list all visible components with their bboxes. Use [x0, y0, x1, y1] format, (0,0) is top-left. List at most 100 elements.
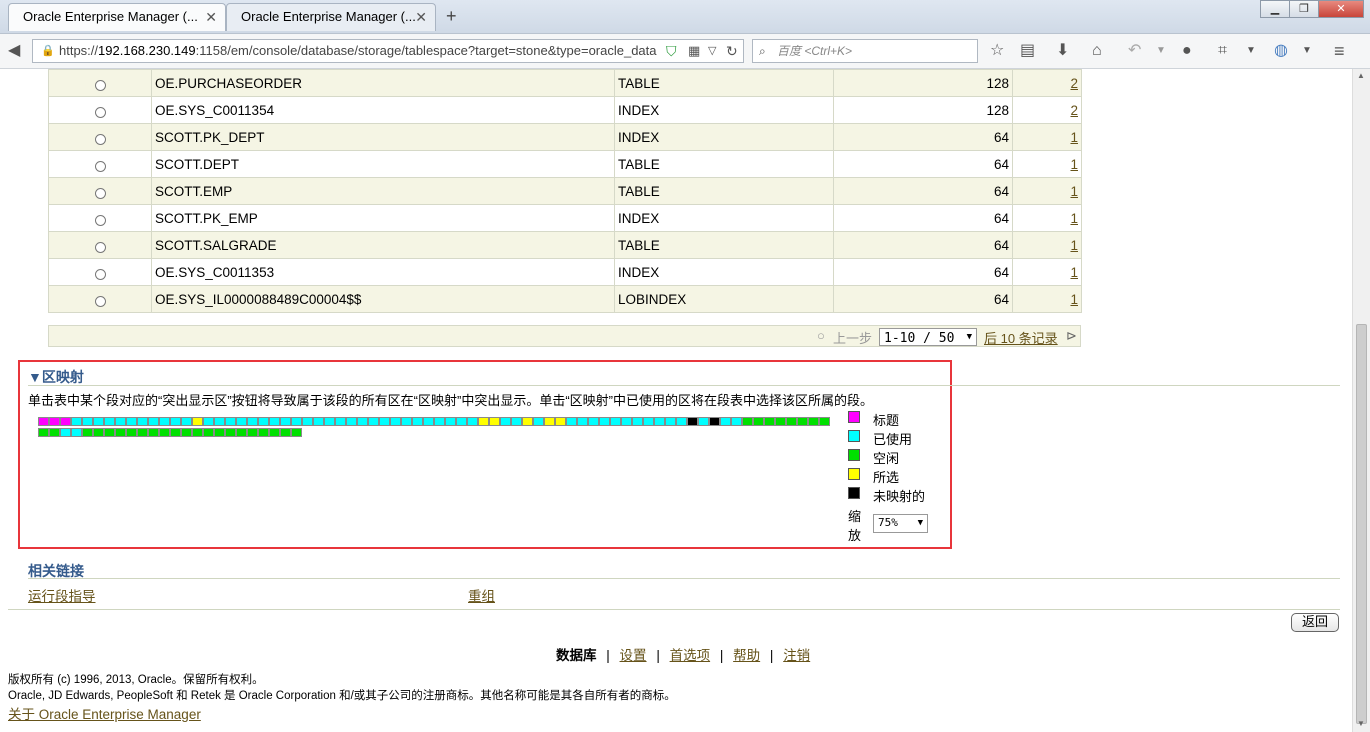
extent-cell-selected[interactable]: [544, 417, 555, 426]
extent-cell-unmapped[interactable]: [687, 417, 698, 426]
crop-dropdown-icon[interactable]: ▼: [1246, 40, 1256, 62]
extent-count-link[interactable]: 1: [1070, 157, 1078, 172]
extent-cell-used[interactable]: [269, 417, 280, 426]
row-radio[interactable]: [94, 106, 106, 118]
extent-cell-used[interactable]: [258, 417, 269, 426]
extent-cell-used[interactable]: [71, 428, 82, 437]
browser-tab-1[interactable]: Oracle Enterprise Manager (... ✕: [8, 3, 226, 31]
chat-icon[interactable]: ●: [1182, 40, 1192, 62]
extent-cell-free[interactable]: [753, 417, 764, 426]
row-radio[interactable]: [94, 187, 106, 199]
row-radio[interactable]: [94, 295, 106, 307]
extent-cell-free[interactable]: [225, 428, 236, 437]
extent-cell-used[interactable]: [654, 417, 665, 426]
extent-cell-used[interactable]: [511, 417, 522, 426]
extent-cell-free[interactable]: [192, 428, 203, 437]
extent-cell-used[interactable]: [588, 417, 599, 426]
extent-cell-used[interactable]: [423, 417, 434, 426]
menu-icon[interactable]: ≡: [1334, 40, 1345, 62]
extent-cell-free[interactable]: [203, 428, 214, 437]
search-input[interactable]: ⌕ 百度 <Ctrl+K>: [752, 39, 978, 63]
extent-map-title[interactable]: ▼区映射: [28, 367, 84, 387]
footer-logout-link[interactable]: 注销: [783, 648, 810, 663]
extent-cell-used[interactable]: [302, 417, 313, 426]
extent-cell-used[interactable]: [379, 417, 390, 426]
extent-cell-used[interactable]: [456, 417, 467, 426]
extent-cell-free[interactable]: [214, 428, 225, 437]
extent-cell-used[interactable]: [225, 417, 236, 426]
close-tab-icon[interactable]: ✕: [205, 4, 217, 30]
row-radio[interactable]: [94, 268, 106, 280]
return-button[interactable]: 返回: [1291, 613, 1339, 632]
extent-cell-used[interactable]: [412, 417, 423, 426]
extent-cell-used[interactable]: [291, 417, 302, 426]
extent-cell-used[interactable]: [159, 417, 170, 426]
extent-cell-used[interactable]: [720, 417, 731, 426]
extent-cell-free[interactable]: [170, 428, 181, 437]
extent-cell-header[interactable]: [49, 417, 60, 426]
address-bar[interactable]: 🔒 https://192.168.230.149:1158/em/consol…: [32, 39, 744, 63]
row-radio[interactable]: [94, 133, 106, 145]
extent-cell-selected[interactable]: [489, 417, 500, 426]
extent-cell-header[interactable]: [38, 417, 49, 426]
footer-help-link[interactable]: 帮助: [733, 648, 760, 663]
extent-cell-free[interactable]: [797, 417, 808, 426]
extent-cell-used[interactable]: [368, 417, 379, 426]
extent-cell-used[interactable]: [577, 417, 588, 426]
extent-cell-used[interactable]: [357, 417, 368, 426]
extent-cell-used[interactable]: [148, 417, 159, 426]
extent-cell-used[interactable]: [500, 417, 511, 426]
extent-cell-used[interactable]: [676, 417, 687, 426]
undo-dropdown-icon[interactable]: ▼: [1156, 40, 1166, 62]
next-page-link[interactable]: 后 10 条记录: [984, 328, 1058, 347]
back-icon[interactable]: ◀: [8, 40, 20, 62]
extent-cell-used[interactable]: [434, 417, 445, 426]
extent-cell-used[interactable]: [665, 417, 676, 426]
extent-cell-free[interactable]: [291, 428, 302, 437]
extent-cell-used[interactable]: [533, 417, 544, 426]
page-range-select[interactable]: 1-10 / 50 ▼: [879, 328, 977, 346]
about-link[interactable]: 关于 Oracle Enterprise Manager: [8, 703, 201, 723]
download-icon[interactable]: ⬇: [1056, 40, 1069, 62]
extent-cell-used[interactable]: [137, 417, 148, 426]
extent-cell-free[interactable]: [786, 417, 797, 426]
browser-tab-2[interactable]: Oracle Enterprise Manager (... ✕: [226, 3, 436, 31]
crop-icon[interactable]: ⌗: [1218, 40, 1227, 62]
extent-count-link[interactable]: 1: [1070, 211, 1078, 226]
extent-cell-header[interactable]: [60, 417, 71, 426]
reload-icon[interactable]: ↻: [726, 40, 738, 62]
extent-cell-used[interactable]: [71, 417, 82, 426]
scrollbar-thumb[interactable]: [1356, 324, 1367, 724]
extent-cell-used[interactable]: [236, 417, 247, 426]
extent-cell-free[interactable]: [82, 428, 93, 437]
extent-cell-used[interactable]: [346, 417, 357, 426]
bookmark-star-icon[interactable]: ☆: [990, 40, 1004, 62]
reorganize-link[interactable]: 重组: [468, 585, 495, 605]
segment-advisor-link[interactable]: 运行段指导: [28, 585, 96, 605]
scroll-up-icon[interactable]: ▲: [1357, 71, 1365, 80]
extent-cell-free[interactable]: [126, 428, 137, 437]
extent-cell-free[interactable]: [819, 417, 830, 426]
extent-cell-used[interactable]: [60, 428, 71, 437]
extent-cell-free[interactable]: [808, 417, 819, 426]
extent-cell-free[interactable]: [236, 428, 247, 437]
extent-cell-used[interactable]: [445, 417, 456, 426]
extent-cell-free[interactable]: [775, 417, 786, 426]
extent-cell-used[interactable]: [313, 417, 324, 426]
extent-cell-used[interactable]: [203, 417, 214, 426]
extent-cell-used[interactable]: [181, 417, 192, 426]
extent-cell-used[interactable]: [93, 417, 104, 426]
extent-cell-free[interactable]: [49, 428, 60, 437]
extent-cell-used[interactable]: [731, 417, 742, 426]
extent-cell-used[interactable]: [698, 417, 709, 426]
extent-cell-free[interactable]: [258, 428, 269, 437]
extent-cell-free[interactable]: [159, 428, 170, 437]
extent-count-link[interactable]: 1: [1070, 238, 1078, 253]
extent-cell-free[interactable]: [104, 428, 115, 437]
qrcode-icon[interactable]: ▦: [688, 40, 700, 62]
home-icon[interactable]: ⌂: [1092, 40, 1102, 62]
extent-cell-used[interactable]: [214, 417, 225, 426]
footer-database-link[interactable]: 数据库: [556, 648, 597, 663]
extent-cell-used[interactable]: [335, 417, 346, 426]
extent-cell-free[interactable]: [148, 428, 159, 437]
